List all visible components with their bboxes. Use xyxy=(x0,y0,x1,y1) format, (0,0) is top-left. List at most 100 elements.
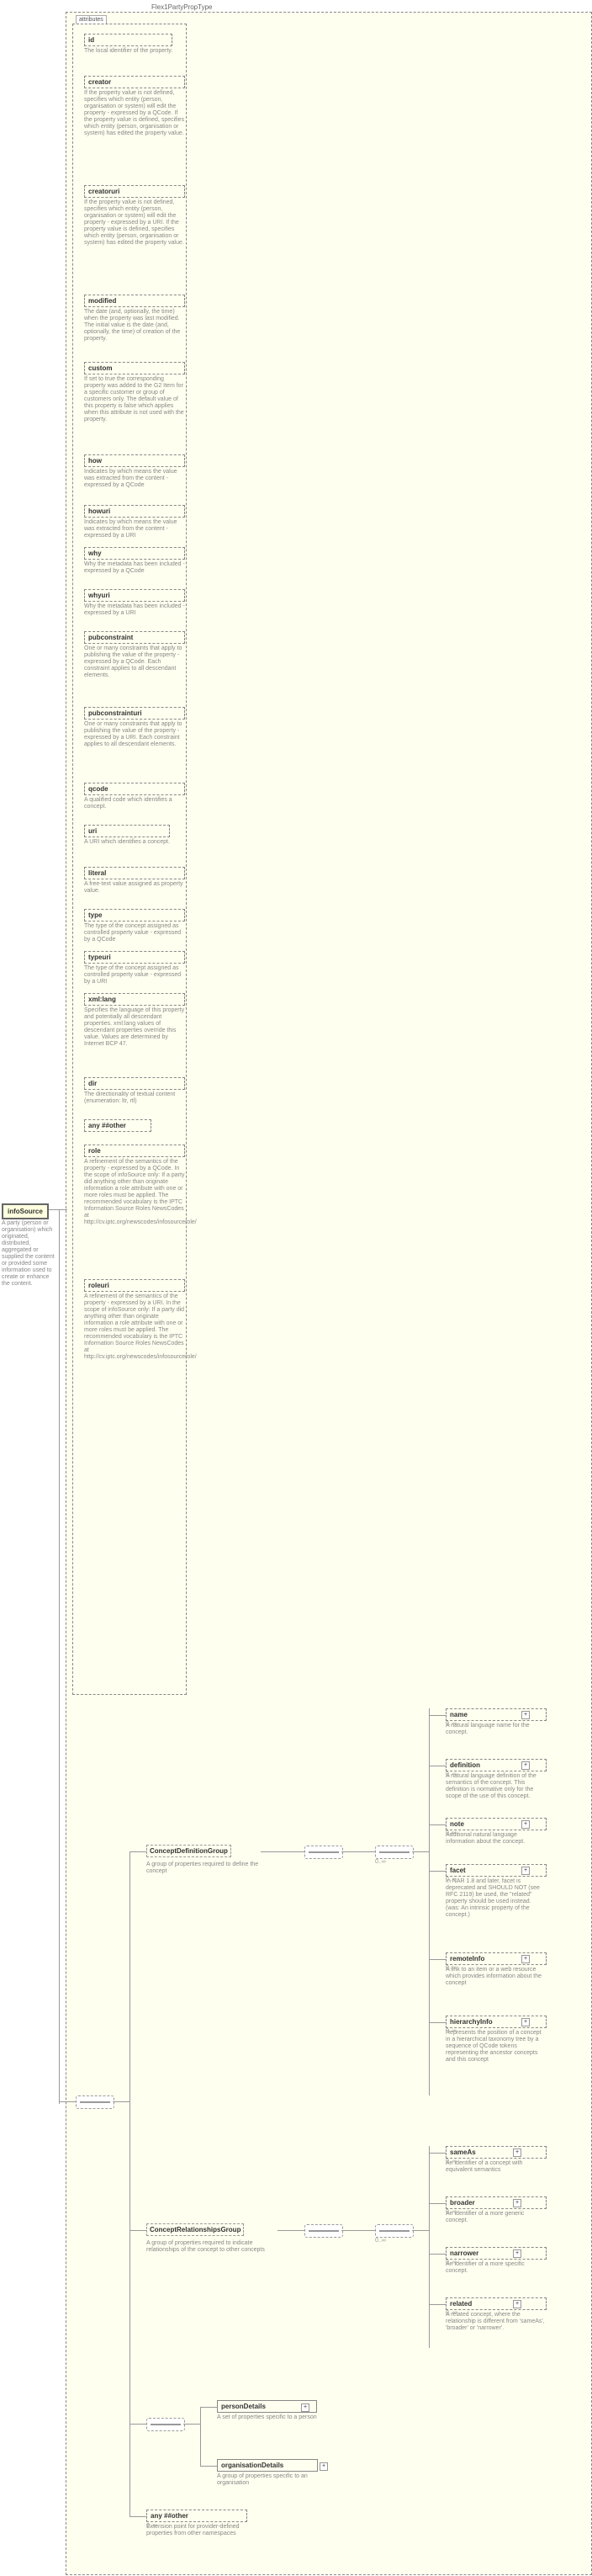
connector xyxy=(59,1209,60,2104)
connector xyxy=(130,2516,146,2517)
attr-desc: If the property value is not defined, sp… xyxy=(84,90,185,137)
attr-xmllang: xml:langSpecifies the language of this p… xyxy=(84,993,185,1048)
leaf-desc: An identifier of a more specific concept… xyxy=(446,2261,547,2275)
attr-label: custom xyxy=(84,362,185,374)
group-desc: A group of properties required to indica… xyxy=(146,2240,281,2254)
attr-desc: The type of the concept assigned as cont… xyxy=(84,923,185,943)
leaf-desc: Additional natural language information … xyxy=(446,1832,547,1846)
attr-label: creatoruri xyxy=(84,185,185,198)
connector xyxy=(341,2230,375,2231)
connector xyxy=(59,2101,76,2102)
attr-creator: creator If the property value is not defi… xyxy=(84,76,185,137)
attr-desc: One or many constraints that apply to pu… xyxy=(84,645,185,679)
cardinality: 0..∞ xyxy=(446,1877,457,1883)
connector xyxy=(200,2407,217,2408)
type-title: Flex1PartyPropType xyxy=(151,3,212,11)
connector xyxy=(183,2424,200,2425)
def-remoteInfo: remoteInfoA link to an item or a web res… xyxy=(446,1952,547,1987)
attr-role: roleA refinement of the semantics of the… xyxy=(84,1145,185,1226)
attr-creatoruri: creatoruriIf the property value is not d… xyxy=(84,185,185,247)
attr-label: creator xyxy=(84,76,185,88)
attr-desc: The date (and, optionally, the time) whe… xyxy=(84,309,185,343)
attr-label: xml:lang xyxy=(84,993,185,1006)
group-label: ConceptRelationshipsGroup xyxy=(150,2226,240,2233)
cardinality: 0..∞ xyxy=(446,1771,457,1777)
connector xyxy=(429,2146,430,2348)
def-note: noteAdditional natural language informat… xyxy=(446,1818,547,1846)
connector xyxy=(113,2101,130,2102)
connector xyxy=(412,2230,429,2231)
cardinality: 0..∞ xyxy=(446,2209,457,2215)
organisation-details: organisationDetails A group of propertie… xyxy=(217,2459,318,2487)
group-label: ConceptDefinitionGroup xyxy=(150,1847,228,1855)
concept-definition-group: ConceptDefinitionGroup xyxy=(146,1845,231,1857)
attr-desc: The type of the concept assigned as cont… xyxy=(84,965,185,985)
attr-desc: Why the metadata has been included - exp… xyxy=(84,561,185,575)
attr-desc: A qualified code which identifies a conc… xyxy=(84,797,185,810)
attr-desc: A free-text value assigned as property v… xyxy=(84,881,185,895)
leaf-desc: A natural language name for the concept. xyxy=(446,1723,547,1736)
diagram-canvas: Flex1PartyPropType attributes infoSource… xyxy=(0,0,592,2576)
attr-label: literal xyxy=(84,867,185,879)
def-name: name A natural language name for the conc… xyxy=(446,1708,547,1736)
leaf-label: name xyxy=(446,1708,547,1721)
attr-desc: Indicates by which means the value was e… xyxy=(84,469,185,489)
connector xyxy=(261,1851,304,1852)
leaf-label: hierarchyInfo xyxy=(446,2016,547,2028)
leaf-label: sameAs xyxy=(446,2146,547,2159)
def-definition: definitionA natural language definition … xyxy=(446,1759,547,1800)
leaf-label: organisationDetails xyxy=(217,2459,318,2472)
leaf-desc: Extension point for provider-defined pro… xyxy=(146,2524,247,2537)
connector xyxy=(429,1715,446,1716)
leaf-label: related xyxy=(446,2297,547,2310)
attr-id: idThe local identifier of the property. xyxy=(84,34,172,55)
attr-desc: If set to true the corresponding propert… xyxy=(84,376,185,423)
attr-desc: A refinement of the semantics of the pro… xyxy=(84,1293,185,1361)
connector xyxy=(429,2022,446,2023)
expand-icon[interactable]: + xyxy=(513,2148,521,2157)
sequence-icon xyxy=(304,1846,343,1859)
attr-roleuri: roleuriA refinement of the semantics of … xyxy=(84,1279,185,1361)
attr-label: role xyxy=(84,1145,185,1157)
leaf-desc: A natural language definition of the sem… xyxy=(446,1773,547,1800)
cardinality: 0..∞ xyxy=(446,2028,457,2034)
connector xyxy=(429,2153,446,2154)
attr-label: typeuri xyxy=(84,951,185,964)
expand-icon[interactable]: + xyxy=(513,2300,521,2308)
def-hierarchyInfo: hierarchyInfoRepresents the position of … xyxy=(446,2016,547,2063)
expand-icon[interactable]: + xyxy=(521,1711,530,1719)
attr-label: modified xyxy=(84,295,185,307)
attr-desc: The directionality of textual content (e… xyxy=(84,1091,185,1105)
expand-icon[interactable]: + xyxy=(521,1820,530,1829)
attr-uri: uriA URI which identifies a concept. xyxy=(84,825,170,846)
attr-desc: The local identifier of the property. xyxy=(84,48,172,55)
leaf-desc: An identifier of a concept with equivale… xyxy=(446,2160,547,2174)
expand-icon[interactable]: + xyxy=(521,1761,530,1770)
concept-relationships-group: ConceptRelationshipsGroup xyxy=(146,2223,244,2236)
cardinality: 0..∞ xyxy=(375,1859,386,1865)
attr-desc: One or many constraints that apply to pu… xyxy=(84,721,185,748)
sequence-icon xyxy=(375,2224,414,2238)
expand-icon[interactable]: + xyxy=(521,2018,530,2026)
leaf-label: any ##other xyxy=(146,2510,247,2522)
expand-icon[interactable]: + xyxy=(320,2462,328,2471)
expand-icon[interactable]: + xyxy=(521,1867,530,1875)
sequence-icon xyxy=(375,1846,414,1859)
rel-broader: broader An identifier of a more generic c… xyxy=(446,2196,547,2224)
leaf-desc: In NAR 1.8 and later, facet is deprecate… xyxy=(446,1878,547,1919)
cardinality: 0..∞ xyxy=(446,1830,457,1836)
attr-modified: modified The date (and, optionally, the t… xyxy=(84,295,185,343)
attr-label: whyuri xyxy=(84,589,185,602)
cardinality: 0..∞ xyxy=(446,1965,457,1971)
connector xyxy=(200,2407,201,2466)
attr-type: typeThe type of the concept assigned as … xyxy=(84,909,185,943)
choice-icon xyxy=(146,2418,185,2431)
leaf-desc: An identifier of a more generic concept. xyxy=(446,2211,547,2224)
expand-icon[interactable]: + xyxy=(521,1955,530,1963)
attr-label: why xyxy=(84,547,185,560)
leaf-label: broader xyxy=(446,2196,547,2209)
expand-icon[interactable]: + xyxy=(513,2199,521,2207)
expand-icon[interactable]: + xyxy=(513,2249,521,2258)
sequence-icon xyxy=(76,2095,114,2109)
expand-icon[interactable]: + xyxy=(301,2403,309,2412)
